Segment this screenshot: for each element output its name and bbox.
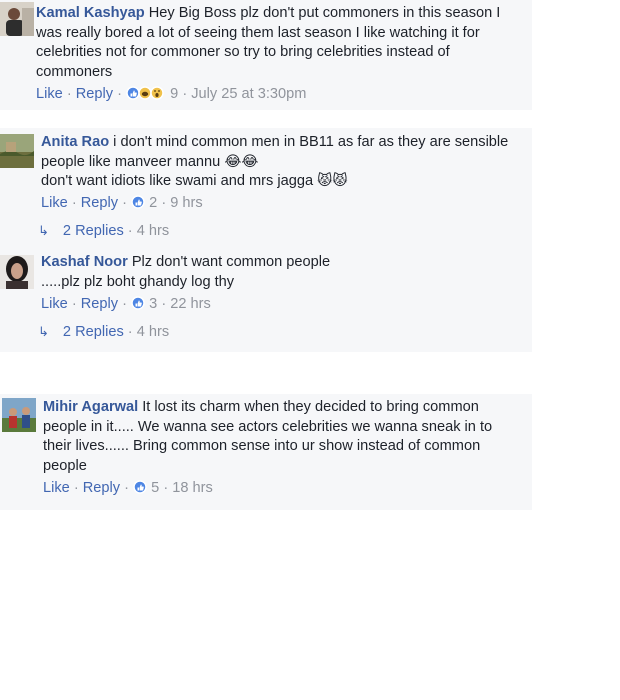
comment-author[interactable]: Kashaf Noor: [41, 254, 128, 270]
like-reaction-icon[interactable]: [133, 480, 151, 496]
comment-kamal: Kamal Kashyap Hey Big Boss plz don't put…: [0, 0, 532, 110]
comment-actions: Like · Reply · 2 · 9 hrs: [41, 195, 203, 211]
comment-time[interactable]: 18 hrs: [172, 480, 213, 496]
comment-actions: Like · Reply · 5 · 18 hrs: [43, 480, 213, 496]
view-replies[interactable]: ↳ 2 Replies · 4 hrs: [38, 221, 169, 241]
replies-link[interactable]: 2 Replies: [63, 324, 124, 340]
comment-time[interactable]: 9 hrs: [170, 195, 202, 211]
comment-text-line-2: .....plz plz boht ghandy log thy: [41, 273, 235, 290]
comment-author[interactable]: Mihir Agarwal: [43, 399, 138, 415]
comment-time[interactable]: 22 hrs: [170, 296, 211, 312]
reaction-count[interactable]: 5: [151, 480, 159, 496]
comment-time[interactable]: July 25 at 3:30pm: [191, 86, 306, 102]
like-reaction-icon[interactable]: [131, 296, 149, 312]
comment-anita: Anita Rao i don't mind common men in BB1…: [0, 128, 532, 248]
avatar[interactable]: [0, 255, 34, 289]
replies-link[interactable]: 2 Replies: [63, 223, 124, 239]
avatar[interactable]: [0, 2, 34, 36]
like-link[interactable]: Like: [43, 480, 70, 496]
avatar[interactable]: [2, 398, 36, 432]
reply-arrow-icon: ↳: [38, 223, 49, 238]
reactions-icons[interactable]: [126, 86, 170, 102]
reply-arrow-icon: ↳: [38, 324, 49, 339]
comment-author[interactable]: Kamal Kashyap: [36, 5, 145, 21]
reaction-count[interactable]: 2: [149, 195, 157, 211]
comment-text-line-2: don't want idiots like swami and mrs jag…: [41, 173, 348, 190]
like-reaction-icon[interactable]: [131, 195, 149, 211]
comment-actions: Like · Reply · 9 · July 25 at 3:30pm: [36, 86, 307, 102]
reply-link[interactable]: Reply: [81, 195, 118, 211]
comment-text: Plz don't want common people: [127, 254, 331, 270]
like-link[interactable]: Like: [36, 86, 63, 102]
reaction-count[interactable]: 9: [170, 86, 178, 102]
replies-time: 4 hrs: [136, 223, 170, 239]
view-replies[interactable]: ↳ 2 Replies · 4 hrs: [38, 322, 169, 342]
avatar[interactable]: [0, 134, 34, 168]
reply-link[interactable]: Reply: [81, 296, 118, 312]
like-link[interactable]: Like: [41, 296, 68, 312]
comment-text: i don't mind common men in BB11 as far a…: [41, 134, 509, 170]
comment-mihir: Mihir Agarwal It lost its charm when the…: [0, 394, 532, 510]
reaction-count[interactable]: 3: [149, 296, 157, 312]
comment-author[interactable]: Anita Rao: [41, 134, 109, 150]
reply-link[interactable]: Reply: [83, 480, 120, 496]
reply-link[interactable]: Reply: [76, 86, 113, 102]
comment-actions: Like · Reply · 3 · 22 hrs: [41, 296, 211, 312]
replies-time: 4 hrs: [136, 324, 170, 340]
like-link[interactable]: Like: [41, 195, 68, 211]
comment-kashaf: Kashaf Noor Plz don't want common people…: [0, 250, 532, 350]
